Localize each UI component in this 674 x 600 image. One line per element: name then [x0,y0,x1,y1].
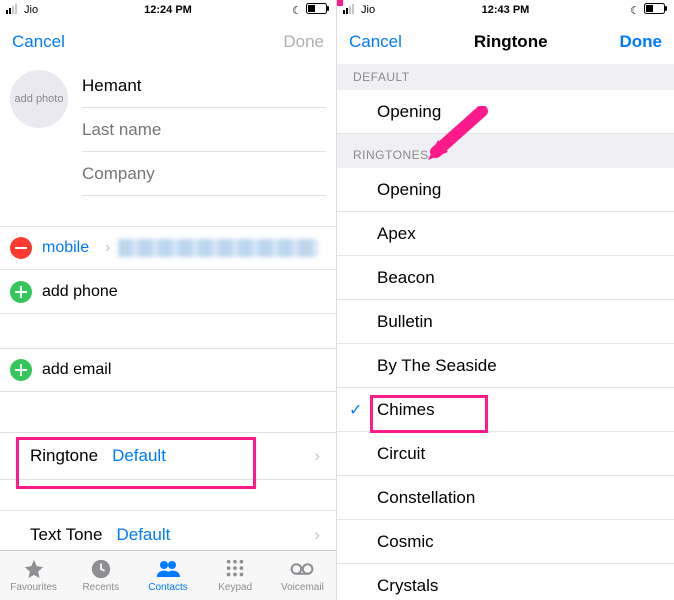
done-button[interactable]: Done [620,32,663,52]
battery-icon [306,3,330,17]
ringtone-name: By The Seaside [377,356,497,376]
company-input[interactable] [82,164,326,184]
ringtone-item[interactable]: Apex [337,212,674,256]
done-button[interactable]: Done [283,32,324,52]
delete-minus-icon[interactable] [10,237,32,259]
ringtone-item[interactable]: ✓ Chimes [337,388,674,432]
clock: 12:24 PM [0,4,336,16]
add-plus-icon[interactable] [10,359,32,381]
cancel-button[interactable]: Cancel [349,32,402,52]
company-field[interactable] [82,152,326,196]
ringtone-item[interactable]: Crystals [337,564,674,600]
add-email-label: add email [42,361,111,379]
phone-entry-row[interactable]: mobile › [0,226,336,270]
carrier-label: Jio [24,4,38,16]
contact-edit-screen: Jio 12:24 PM ☾ Cancel Done add photo [0,0,337,600]
keypad-icon [223,558,247,580]
ringtone-item[interactable]: Opening [337,168,674,212]
chevron-right-icon: › [314,446,320,466]
content: Default Opening Ringtones Opening Apex Bea… [337,64,674,600]
status-bar: Jio 12:24 PM ☾ [0,0,336,20]
ringtone-item[interactable]: Beacon [337,256,674,300]
phone-number-value[interactable] [118,239,318,257]
ringtone-default-item[interactable]: Opening [337,90,674,134]
tab-recents[interactable]: Recents [67,551,134,600]
phone-type-label[interactable]: mobile [42,239,89,257]
add-email-row[interactable]: add email [0,348,336,392]
chevron-right-icon: › [105,239,110,257]
ringtone-name: Opening [377,180,441,200]
ringtone-item[interactable]: Cosmic [337,520,674,564]
cancel-button[interactable]: Cancel [12,32,65,52]
ringtone-name: Circuit [377,444,425,464]
text-tone-label: Text Tone [30,525,102,545]
voicemail-icon [290,558,314,580]
ringtone-name: Beacon [377,268,435,288]
chevron-right-icon: › [314,525,320,545]
ringtone-item[interactable]: Constellation [337,476,674,520]
ringtone-item[interactable]: Bulletin [337,300,674,344]
section-header-default: Default [337,64,674,90]
carrier-label: Jio [361,4,375,16]
ringtone-name: Bulletin [377,312,433,332]
last-name-field[interactable] [82,108,326,152]
ringtone-item[interactable]: By The Seaside [337,344,674,388]
ringtone-picker-screen: Jio 12:43 PM ☾ Cancel Ringtone Done Defa… [337,0,674,600]
tab-label: Recents [82,582,119,593]
ringtone-row[interactable]: Ringtone Default › [0,432,336,480]
add-photo-button[interactable]: add photo [10,70,68,128]
clock-icon [89,558,113,580]
tab-voicemail[interactable]: Voicemail [269,551,336,600]
tab-label: Keypad [218,582,252,593]
status-bar: Jio 12:43 PM ☾ [337,0,674,20]
ringtone-name: Chimes [377,400,435,420]
star-icon [22,558,46,580]
tab-label: Voicemail [281,582,324,593]
contacts-icon [156,558,180,580]
first-name-input[interactable] [82,76,326,96]
first-name-field[interactable] [82,64,326,108]
tab-contacts[interactable]: Contacts [134,551,201,600]
tab-label: Contacts [148,582,187,593]
tab-keypad[interactable]: Keypad [202,551,269,600]
tab-favourites[interactable]: Favourites [0,551,67,600]
content: add photo mobile › add phone [0,64,336,550]
ringtone-value: Default [112,446,166,466]
text-tone-value: Default [116,525,170,545]
ringtone-name: Constellation [377,488,475,508]
ringtone-name: Cosmic [377,532,434,552]
tab-bar: Favourites Recents Contacts Keypad Voice… [0,550,336,600]
battery-icon [644,3,668,17]
ringtone-name: Opening [377,102,441,122]
clock: 12:43 PM [337,4,674,16]
ringtone-name: Crystals [377,576,438,596]
last-name-input[interactable] [82,120,326,140]
dnd-moon-icon: ☾ [292,4,302,17]
signal-icon [343,4,357,17]
dnd-moon-icon: ☾ [630,4,640,17]
nav-bar: Cancel Ringtone Done [337,20,674,64]
add-phone-row[interactable]: add phone [0,270,336,314]
page-title: Ringtone [402,32,620,52]
tab-label: Favourites [10,582,57,593]
add-plus-icon[interactable] [10,281,32,303]
section-header-ringtones: Ringtones [337,134,674,168]
checkmark-icon: ✓ [349,400,362,420]
add-phone-label: add phone [42,283,118,301]
signal-icon [6,4,20,17]
ringtone-list: Opening Apex Beacon Bulletin By The Seaside ✓… [337,168,674,600]
nav-bar: Cancel Done [0,20,336,64]
ringtone-item[interactable]: Circuit [337,432,674,476]
ringtone-name: Apex [377,224,416,244]
text-tone-row[interactable]: Text Tone Default › [0,510,336,550]
ringtone-label: Ringtone [30,446,98,466]
